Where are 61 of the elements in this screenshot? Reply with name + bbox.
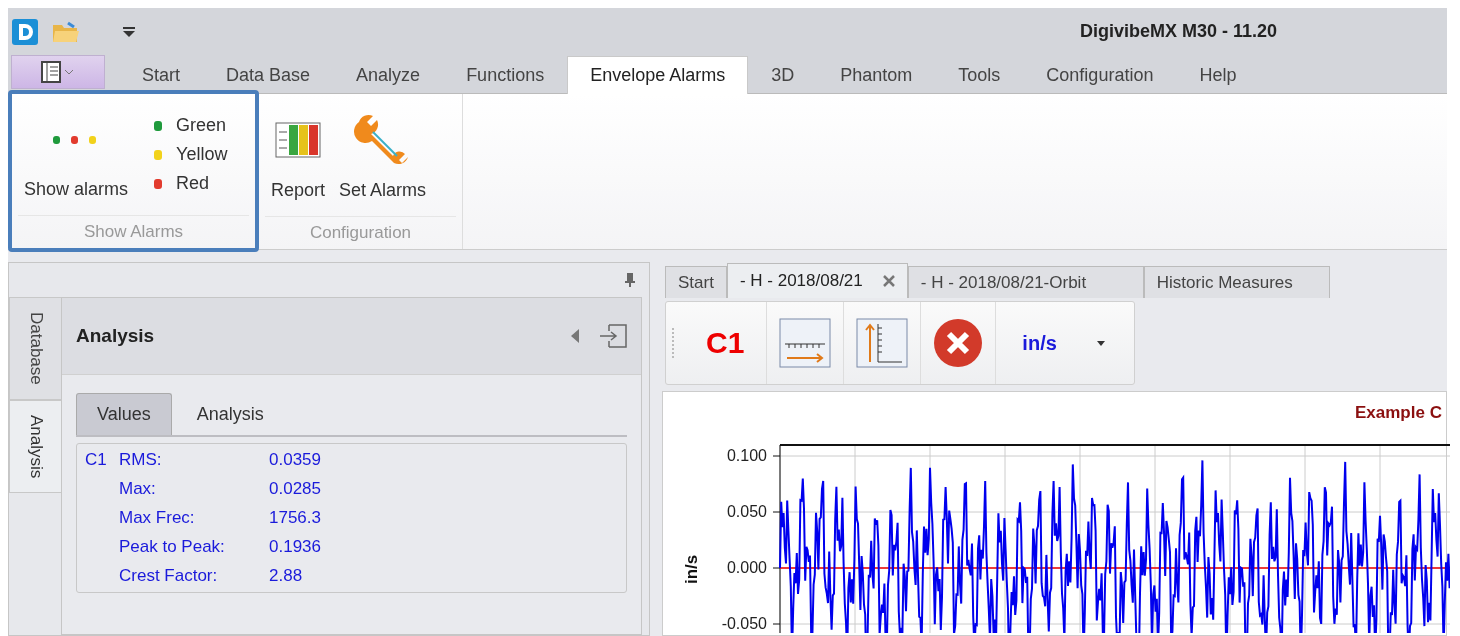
value-label: Max: (119, 479, 157, 499)
window-title: DigivibeMX M30 - 11.20 (1078, 21, 1278, 42)
dropdown-arrow-icon[interactable] (122, 26, 136, 37)
channel-button[interactable]: C1 (696, 326, 755, 360)
ribbon-tab[interactable]: Functions (443, 56, 568, 93)
ribbon-button[interactable]: Show alarms (20, 105, 133, 204)
ribbon-tab[interactable]: Tools (935, 56, 1024, 93)
panel-title: Analysis (76, 325, 156, 347)
document-tab[interactable]: - H - 2018/08/21-Orbit (907, 266, 1144, 298)
caret-icon (1096, 340, 1105, 346)
value-reading: 2.88 (269, 566, 304, 586)
group-caption: Configuration (265, 216, 456, 249)
ribbon-tab[interactable]: Start (119, 56, 203, 93)
pin-icon[interactable] (625, 273, 635, 287)
tick-label: 0.100 (726, 447, 767, 464)
report-grid-icon (275, 121, 321, 158)
alarm-filter-button[interactable]: Green (154, 115, 228, 136)
tick-label: 0.050 (726, 503, 767, 520)
ribbon-button[interactable]: Report (267, 105, 330, 205)
close-icon[interactable] (882, 275, 895, 287)
value-reading: 0.1936 (269, 537, 322, 557)
side-tab[interactable]: Analysis (9, 399, 61, 494)
panel-tab[interactable]: Analysis (175, 393, 285, 435)
dock-icon[interactable] (599, 324, 627, 348)
delete-icon[interactable] (933, 318, 984, 368)
document-tab[interactable]: - H - 2018/08/21 (726, 263, 908, 298)
value-reading: 0.0285 (269, 479, 322, 499)
left-arrow-icon[interactable] (571, 329, 579, 343)
channel-label: C1 (85, 450, 108, 470)
document-tab[interactable]: Historic Measures (1143, 266, 1330, 298)
alarm-filter-button[interactable]: Red (154, 173, 228, 194)
document-tab[interactable]: Start (665, 266, 727, 298)
ribbon-tab[interactable]: Analyze (333, 56, 444, 93)
ribbon-tab[interactable]: 3D (748, 56, 818, 93)
ribbon-button[interactable]: Set Alarms (335, 105, 431, 205)
value-label: Peak to Peak: (119, 537, 226, 557)
x-axis-icon[interactable] (779, 318, 832, 368)
tick-label: 0.000 (726, 559, 767, 576)
application-menu-button[interactable] (11, 55, 105, 89)
alarm-filter-button[interactable]: Yellow (154, 144, 228, 165)
ribbon-tab[interactable]: Envelope Alarms (567, 56, 749, 94)
y-axis-icon[interactable] (856, 318, 909, 368)
open-folder-icon[interactable] (52, 20, 80, 43)
value-reading: 0.0359 (269, 450, 322, 470)
side-tab[interactable]: Database (9, 297, 61, 400)
chart-title: Example C (1355, 403, 1442, 422)
ribbon-tab[interactable]: Configuration (1023, 56, 1177, 93)
document-list-icon (41, 61, 75, 83)
value-label: RMS: (119, 450, 163, 470)
panel-tab[interactable]: Values (76, 393, 172, 435)
value-reading: 1756.3 (269, 508, 322, 528)
axis-label: in/s (682, 554, 701, 584)
unit-dropdown[interactable]: in/s (996, 331, 1113, 355)
app-logo-icon[interactable] (12, 18, 38, 45)
ribbon-tab[interactable]: Data Base (203, 56, 334, 93)
tick-label: -0.050 (721, 615, 767, 632)
ribbon-tab[interactable]: Help (1176, 56, 1260, 93)
value-label: Max Frec: (119, 508, 196, 528)
group-caption: Show Alarms (18, 215, 249, 248)
value-label: Crest Factor: (119, 566, 219, 586)
ribbon-tab[interactable]: Phantom (817, 56, 936, 93)
